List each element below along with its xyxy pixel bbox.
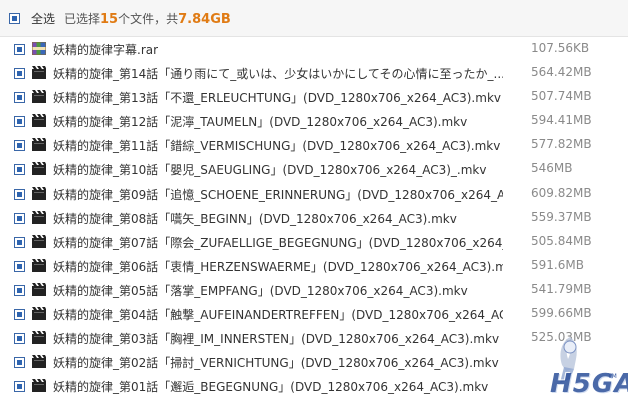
video-file-icon <box>32 114 46 128</box>
file-checkbox[interactable] <box>14 164 25 176</box>
file-size: 107.56KB <box>531 41 590 55</box>
archive-icon <box>32 42 46 55</box>
file-checkbox[interactable] <box>14 260 25 272</box>
select-all-checkbox[interactable] <box>9 13 20 24</box>
file-row[interactable]: 妖精的旋律_第07話「際会_ZUFAELLIGE_BEGEGNUNG」(DVD_… <box>0 230 628 254</box>
file-checkbox[interactable] <box>14 188 25 200</box>
file-name: 妖精的旋律_第05話「落掌_EMPFANG」(DVD_1280x706_x264… <box>53 283 468 298</box>
file-row[interactable]: 妖精的旋律_第09話「追憶_SCHOENE_ERINNERUNG」(DVD_12… <box>0 182 628 206</box>
file-row[interactable]: 妖精的旋律_第02話「掃討_VERNICHTUNG」(DVD_1280x706_… <box>0 350 628 374</box>
file-name: 妖精的旋律_第04話「触撃_AUFEINANDERTREFFEN」(DVD_12… <box>53 308 503 323</box>
file-checkbox[interactable] <box>14 357 25 369</box>
file-size: 599.66MB <box>531 306 592 321</box>
video-file-icon <box>32 210 46 224</box>
file-checkbox[interactable] <box>14 92 25 104</box>
file-size: 505.84MB <box>531 233 592 248</box>
video-file-icon <box>32 307 46 321</box>
file-checkbox[interactable] <box>14 212 25 224</box>
file-checkbox[interactable] <box>14 284 25 296</box>
file-row[interactable]: 妖精的旋律_第08話「嚆矢_BEGINN」(DVD_1280x706_x264_… <box>0 206 628 230</box>
selection-summary: 已选择15个文件，共7.84GB <box>64 10 231 27</box>
video-file-icon <box>32 162 46 176</box>
file-checkbox[interactable] <box>14 236 25 248</box>
file-list: 妖精的旋律字幕.rar 107.56KB 妖精的旋律_第14話「通り雨にて_或いは、… <box>0 37 628 398</box>
file-name: 妖精的旋律_第03話「胸裡_IM_INNERSTEN」(DVD_1280x706… <box>53 332 500 347</box>
video-file-icon <box>32 66 46 80</box>
file-name: 妖精的旋律_第06話「衷情_HERZENSWAERME」(DVD_1280x70… <box>53 259 503 274</box>
file-row[interactable]: 妖精的旋律_第04話「触撃_AUFEINANDERTREFFEN」(DVD_12… <box>0 302 628 326</box>
file-row[interactable]: 妖精的旋律_第11話「錯綜_VERMISCHUNG」(DVD_1280x706_… <box>0 133 628 157</box>
video-file-icon <box>32 331 46 345</box>
select-all-label[interactable]: 全选 <box>31 10 55 27</box>
file-checkbox[interactable] <box>14 68 25 80</box>
file-row[interactable]: 妖精的旋律_第10話「嬰児_SAEUGLING」(DVD_1280x706_x2… <box>0 157 628 181</box>
file-size: 507.74MB <box>531 89 592 104</box>
video-file-icon <box>32 258 46 272</box>
selected-count: 15 <box>100 12 119 27</box>
file-checkbox[interactable] <box>14 44 25 55</box>
file-row[interactable]: 妖精的旋律_第05話「落掌_EMPFANG」(DVD_1280x706_x264… <box>0 278 628 302</box>
file-size: 559.37MB <box>531 209 592 224</box>
video-file-icon <box>32 90 46 104</box>
file-name: 妖精的旋律_第11話「錯綜_VERMISCHUNG」(DVD_1280x706_… <box>53 139 501 154</box>
file-name: 妖精的旋律字幕.rar <box>53 43 159 57</box>
total-size: 7.84GB <box>178 12 231 27</box>
file-name: 妖精的旋律_第07話「際会_ZUFAELLIGE_BEGEGNUNG」(DVD_… <box>53 235 503 250</box>
file-name: 妖精的旋律_第13話「不還_ERLEUCHTUNG」(DVD_1280x706_… <box>53 91 501 106</box>
video-file-icon <box>32 355 46 369</box>
video-file-icon <box>32 234 46 248</box>
file-checkbox[interactable] <box>14 333 25 345</box>
file-name: 妖精的旋律_第10話「嬰児_SAEUGLING」(DVD_1280x706_x2… <box>53 163 487 178</box>
file-name: 妖精的旋律_第02話「掃討_VERNICHTUNG」(DVD_1280x706_… <box>53 356 499 371</box>
summary-mid: 个文件，共 <box>118 12 179 26</box>
file-row[interactable]: 妖精的旋律_第12話「泥濘_TAUMELN」(DVD_1280x706_x264… <box>0 109 628 133</box>
file-name: 妖精的旋律_第08話「嚆矢_BEGINN」(DVD_1280x706_x264_… <box>53 211 457 226</box>
file-name: 妖精的旋律_第12話「泥濘_TAUMELN」(DVD_1280x706_x264… <box>53 115 468 130</box>
file-checkbox[interactable] <box>14 140 25 152</box>
video-file-icon <box>32 282 46 296</box>
file-row[interactable]: 妖精的旋律_第03話「胸裡_IM_INNERSTEN」(DVD_1280x706… <box>0 326 628 350</box>
file-name: 妖精的旋律_第09話「追憶_SCHOENE_ERINNERUNG」(DVD_12… <box>53 187 503 202</box>
summary-prefix: 已选择 <box>64 12 101 26</box>
file-size: 594.41MB <box>531 113 592 128</box>
file-size: 525.03MB <box>531 330 592 345</box>
video-file-icon <box>32 379 46 393</box>
video-file-icon <box>32 138 46 152</box>
file-row[interactable]: 妖精的旋律_第14話「通り雨にて_或いは、少女はいかにしてその心情に至ったか_.… <box>0 61 628 85</box>
file-checkbox[interactable] <box>14 309 25 321</box>
file-size: 609.82MB <box>531 185 592 200</box>
file-name: 妖精的旋律_第01話「邂逅_BEGEGNUNG」(DVD_1280x706_x2… <box>53 380 489 395</box>
file-size: 564.42MB <box>531 65 592 80</box>
file-checkbox[interactable] <box>14 381 25 393</box>
file-row[interactable]: 妖精的旋律_第01話「邂逅_BEGEGNUNG」(DVD_1280x706_x2… <box>0 374 628 398</box>
selection-header: 全选 已选择15个文件，共7.84GB <box>0 0 628 37</box>
file-name: 妖精的旋律_第14話「通り雨にて_或いは、少女はいかにしてその心情に至ったか_.… <box>53 67 503 82</box>
file-size: 591.6MB <box>531 257 584 272</box>
file-row[interactable]: 妖精的旋律_第13話「不還_ERLEUCHTUNG」(DVD_1280x706_… <box>0 85 628 109</box>
file-size: 541.79MB <box>531 281 592 296</box>
video-file-icon <box>32 186 46 200</box>
file-checkbox[interactable] <box>14 116 25 128</box>
file-size: 546MB <box>531 161 573 176</box>
file-row[interactable]: 妖精的旋律_第06話「衷情_HERZENSWAERME」(DVD_1280x70… <box>0 254 628 278</box>
file-size: 577.82MB <box>531 137 592 152</box>
file-row[interactable]: 妖精的旋律字幕.rar 107.56KB <box>0 37 628 61</box>
